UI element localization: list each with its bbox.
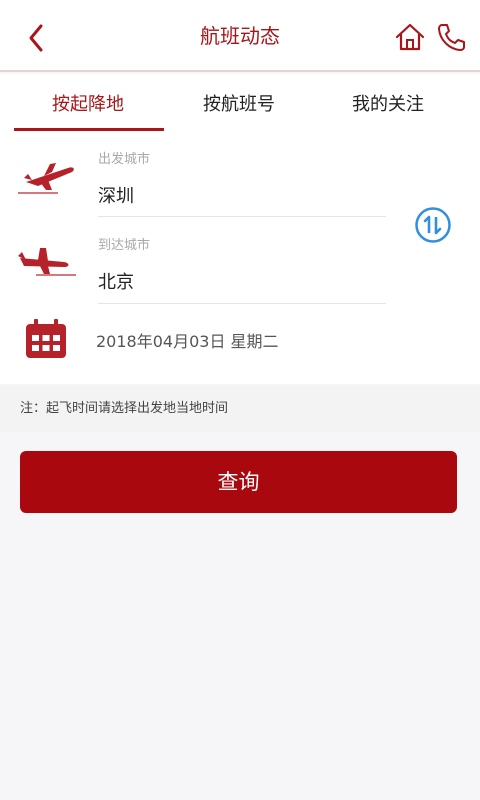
time-note: 注：起飞时间请选择出发地当地时间 <box>0 386 480 432</box>
home-icon <box>395 23 425 51</box>
tab-bar: 按起降地 按航班号 我的关注 <box>0 74 480 132</box>
phone-button[interactable] <box>436 22 466 52</box>
arrival-city[interactable]: 北京 <box>98 268 134 294</box>
tab-my-follows[interactable]: 我的关注 <box>308 74 468 132</box>
home-button[interactable] <box>394 22 426 52</box>
arrival-label: 到达城市 <box>98 238 151 253</box>
search-form: 出发城市 深圳 到达城市 北京 2018年04月03日 星期二 <box>0 132 480 384</box>
departure-date[interactable]: 2018年04月03日 星期二 <box>96 328 279 352</box>
calendar-icon <box>26 319 66 358</box>
app-header: 航班动态 <box>0 0 480 72</box>
departure-label: 出发城市 <box>98 152 151 167</box>
tab-by-flight-number[interactable]: 按航班号 <box>159 74 319 132</box>
active-tab-indicator <box>14 128 164 131</box>
divider <box>98 216 386 217</box>
swap-cities-button[interactable] <box>414 206 452 244</box>
departure-city[interactable]: 深圳 <box>98 182 134 208</box>
landing-plane-icon <box>18 248 76 276</box>
swap-arrows-icon <box>415 207 451 243</box>
takeoff-plane-icon <box>18 163 74 194</box>
query-button[interactable]: 查询 <box>20 451 457 513</box>
phone-icon <box>438 24 465 51</box>
tab-by-city[interactable]: 按起降地 <box>8 74 168 132</box>
divider <box>98 303 386 304</box>
